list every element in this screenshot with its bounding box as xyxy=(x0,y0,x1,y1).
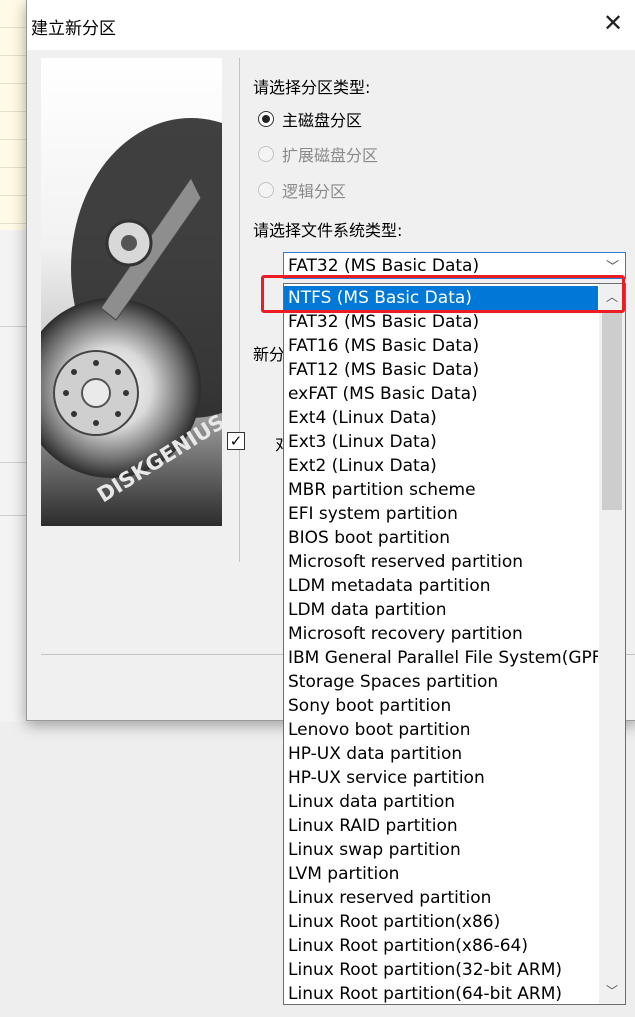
filesystem-option[interactable]: exFAT (MS Basic Data) xyxy=(284,382,598,406)
filesystem-option[interactable]: Storage Spaces partition xyxy=(284,670,598,694)
filesystem-option[interactable]: Lenovo boot partition xyxy=(284,718,598,742)
radio-disabled-icon xyxy=(258,146,274,162)
radio-extended-label: 扩展磁盘分区 xyxy=(282,146,379,165)
filesystem-option[interactable]: Ext4 (Linux Data) xyxy=(284,406,598,430)
filesystem-option[interactable]: Linux Root partition(64-bit ARM) xyxy=(284,982,598,1004)
filesystem-dropdown-list[interactable]: NTFS (MS Basic Data) FAT32 (MS Basic Data… xyxy=(283,283,626,1005)
annotation-highlight-box xyxy=(261,275,625,313)
filesystem-option[interactable]: Linux Root partition(32-bit ARM) xyxy=(284,958,598,982)
filesystem-option[interactable]: Sony boot partition xyxy=(284,694,598,718)
filesystem-option[interactable]: MBR partition scheme xyxy=(284,478,598,502)
radio-extended-partition: 扩展磁盘分区 xyxy=(258,143,378,165)
partition-type-label: 请选择分区类型: xyxy=(253,78,371,97)
scroll-down-icon[interactable]: ﹀ xyxy=(599,980,625,1002)
filesystem-option[interactable]: Linux RAID partition xyxy=(284,814,598,838)
background-divider xyxy=(0,326,26,327)
dropdown-scrollbar[interactable]: ︿ ﹀ xyxy=(599,284,625,1004)
background-list-strip xyxy=(0,0,27,230)
filesystem-option[interactable]: Linux data partition xyxy=(284,790,598,814)
radio-logical-partition: 逻辑分区 xyxy=(258,179,346,201)
filesystem-option[interactable]: HP-UX data partition xyxy=(284,742,598,766)
filesystem-option[interactable]: EFI system partition xyxy=(284,502,598,526)
close-icon[interactable]: ✕ xyxy=(602,11,624,35)
radio-disabled-icon xyxy=(258,182,274,198)
dialog-title: 建立新分区 xyxy=(31,19,116,39)
filesystem-option[interactable]: FAT32 (MS Basic Data) xyxy=(284,310,598,334)
new-partition-size-label: 新分 xyxy=(253,345,286,364)
filesystem-type-label: 请选择文件系统类型: xyxy=(253,221,403,240)
filesystem-option[interactable]: LDM metadata partition xyxy=(284,574,598,598)
hard-disk-illustration: DISKGENIUS xyxy=(41,118,222,507)
dialog-titlebar: 建立新分区 ✕ xyxy=(27,0,635,50)
background-divider xyxy=(0,515,26,516)
filesystem-option[interactable]: LVM partition xyxy=(284,862,598,886)
filesystem-option[interactable]: Ext2 (Linux Data) xyxy=(284,454,598,478)
filesystem-option[interactable]: LDM data partition xyxy=(284,598,598,622)
filesystem-option[interactable]: IBM General Parallel File System(GPF xyxy=(284,646,598,670)
filesystem-option[interactable]: Linux Root partition(x86-64) xyxy=(284,934,598,958)
background-divider xyxy=(0,462,26,463)
radio-primary-partition[interactable]: 主磁盘分区 xyxy=(258,108,362,130)
vertical-divider xyxy=(239,58,240,562)
chevron-down-icon[interactable]: ﹀ xyxy=(606,256,619,275)
filesystem-option[interactable]: HP-UX service partition xyxy=(284,766,598,790)
filesystem-select-value: FAT32 (MS Basic Data) xyxy=(288,256,480,276)
filesystem-option[interactable]: BIOS boot partition xyxy=(284,526,598,550)
filesystem-option[interactable]: Linux Root partition(x86) xyxy=(284,910,598,934)
filesystem-option[interactable]: FAT12 (MS Basic Data) xyxy=(284,358,598,382)
radio-checked-icon[interactable] xyxy=(258,111,274,127)
radio-logical-label: 逻辑分区 xyxy=(282,182,347,201)
radio-primary-label: 主磁盘分区 xyxy=(282,111,363,130)
filesystem-option[interactable]: Microsoft reserved partition xyxy=(284,550,598,574)
filesystem-option[interactable]: Linux swap partition xyxy=(284,838,598,862)
filesystem-option[interactable]: Linux reserved partition xyxy=(284,886,598,910)
scrollbar-thumb[interactable] xyxy=(602,310,622,510)
diskgenius-banner-image: DISKGENIUS xyxy=(41,58,222,526)
option-checkbox[interactable]: ✓ xyxy=(227,432,245,450)
filesystem-option[interactable]: Microsoft recovery partition xyxy=(284,622,598,646)
filesystem-option[interactable]: FAT16 (MS Basic Data) xyxy=(284,334,598,358)
filesystem-option[interactable]: Ext3 (Linux Data) xyxy=(284,430,598,454)
